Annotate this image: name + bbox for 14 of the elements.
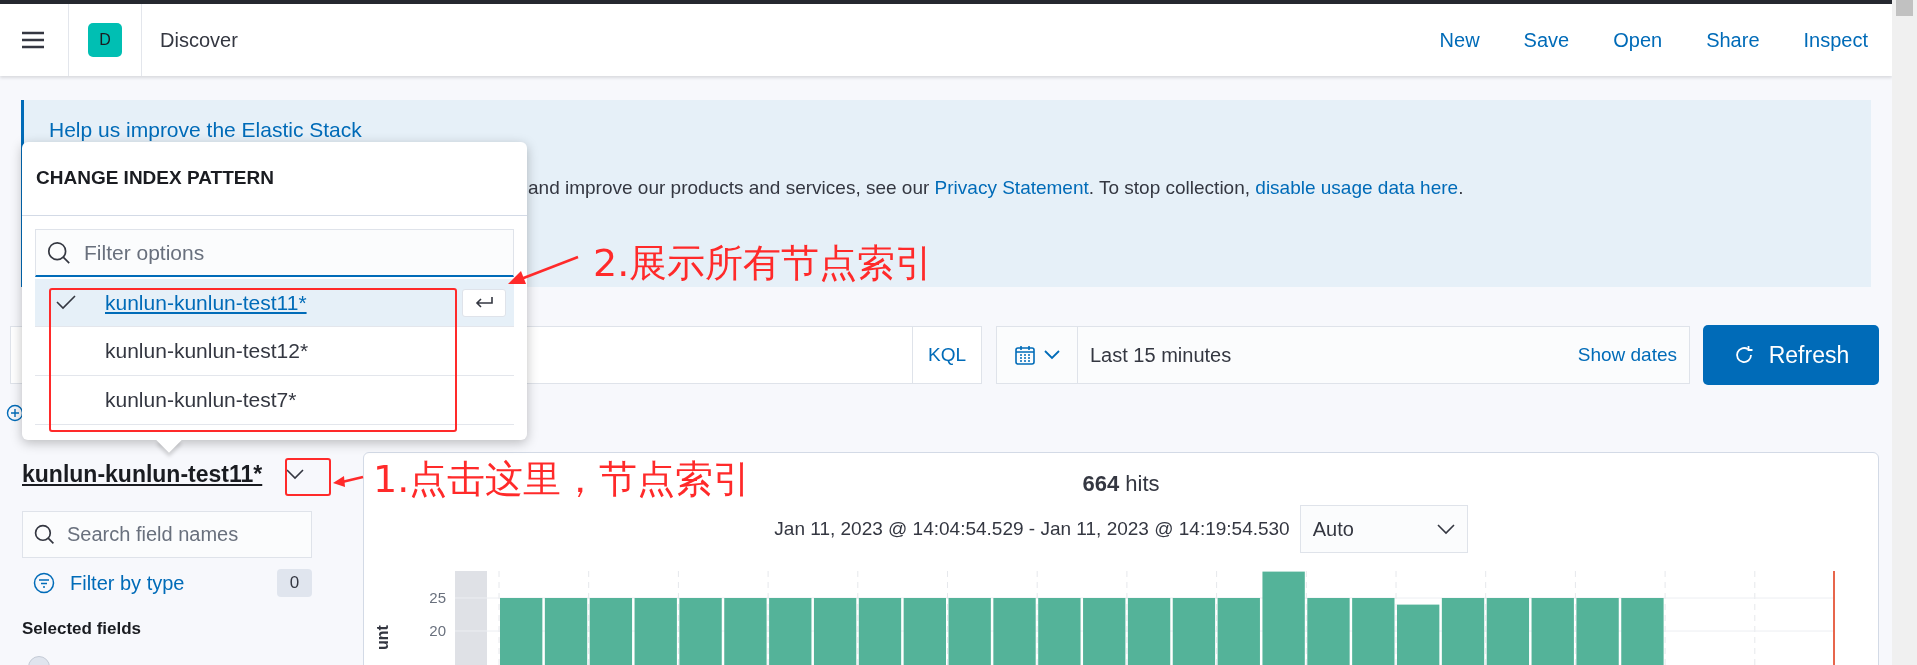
notice-text: and improve our products and services, see our Privacy Statement. To stop collection, disable usage data here. [528, 176, 1464, 200]
filter-count: 0 [277, 569, 312, 597]
menu-title: CHANGE INDEX PATTERN [22, 142, 527, 216]
axis-tick-label: 20 [429, 622, 446, 639]
axis-tick-label: 25 [429, 589, 446, 606]
hit-count: 664 hits [1082, 471, 1160, 497]
result-time-range: Jan 11, 2023 @ 14:04:54.529 - Jan 11, 2023 @ 14:19:54.530 [774, 516, 1290, 541]
annotation-label: 2.展示所有节点索引 [593, 240, 934, 286]
notice-title: Help us improve the Elastic Stack [49, 118, 362, 141]
annotation-label: 1.点击这里，节点索引 [373, 456, 752, 502]
axis-label: unt [374, 625, 391, 650]
page-title: Discover [160, 28, 238, 53]
time-range-text: Last 15 minutes [1090, 343, 1232, 368]
section-heading: Selected fields [22, 618, 143, 640]
